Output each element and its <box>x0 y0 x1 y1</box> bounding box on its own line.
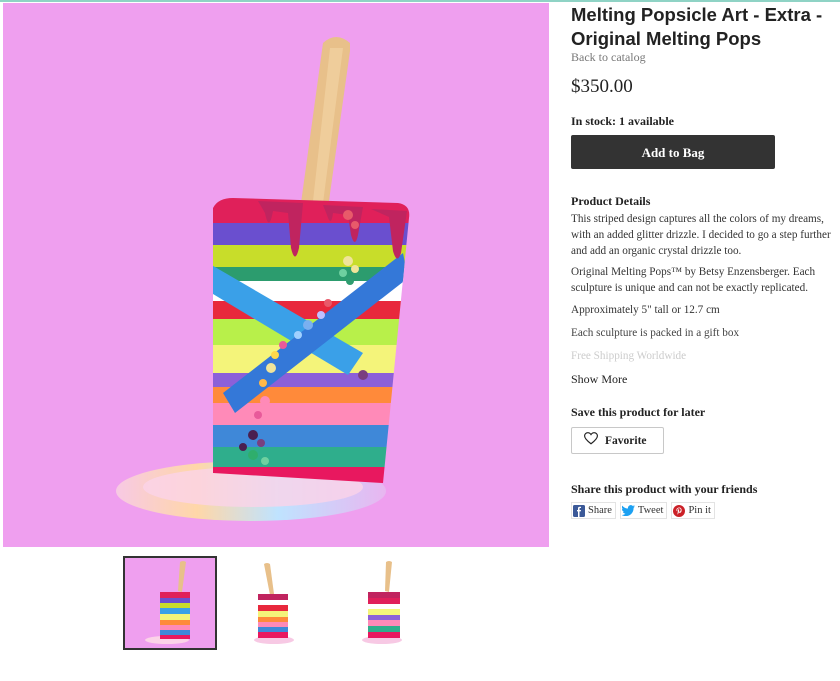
facebook-icon <box>573 504 585 517</box>
heart-icon <box>583 431 599 450</box>
favorite-label: Favorite <box>605 434 647 447</box>
save-for-later-heading: Save this product for later <box>571 405 706 419</box>
thumbnail-1[interactable] <box>123 556 217 650</box>
pinterest-share-button[interactable]: Pin it <box>671 502 715 519</box>
add-to-bag-button[interactable]: Add to Bag <box>571 135 775 169</box>
favorite-button[interactable]: Favorite <box>571 427 664 454</box>
twitter-icon <box>621 505 635 516</box>
top-accent-line <box>0 0 840 2</box>
stock-status: In stock: 1 available <box>571 114 675 128</box>
share-heading: Share this product with your friends <box>571 482 758 496</box>
pinterest-icon <box>673 504 686 517</box>
facebook-share-button[interactable]: Share <box>571 502 616 519</box>
share-buttons: Share Tweet Pin it <box>571 502 715 519</box>
pinterest-share-label: Pin it <box>688 505 711 516</box>
details-paragraph: Approximately 5" tall or 12.7 cm <box>571 304 720 316</box>
twitter-share-button[interactable]: Tweet <box>619 502 668 519</box>
details-paragraph: Original Melting Pops™ by Betsy Enzensbe… <box>571 266 816 294</box>
thumbnail-2[interactable] <box>228 556 322 650</box>
details-paragraph: This striped design captures all the col… <box>571 213 831 257</box>
details-paragraph-faded: Free Shipping Worldwide <box>571 350 687 362</box>
main-product-image[interactable] <box>3 3 549 547</box>
product-details-heading: Product Details <box>571 194 651 208</box>
facebook-share-label: Share <box>588 505 612 516</box>
product-price: $350.00 <box>571 76 633 97</box>
twitter-share-label: Tweet <box>637 505 664 516</box>
back-to-catalog-link[interactable]: Back to catalog <box>571 50 646 65</box>
thumbnail-3[interactable] <box>338 556 432 650</box>
product-title: Melting Popsicle Art - Extra - Original … <box>571 4 823 49</box>
details-paragraph: Each sculpture is packed in a gift box <box>571 327 740 339</box>
show-more-link[interactable]: Show More <box>571 372 627 387</box>
